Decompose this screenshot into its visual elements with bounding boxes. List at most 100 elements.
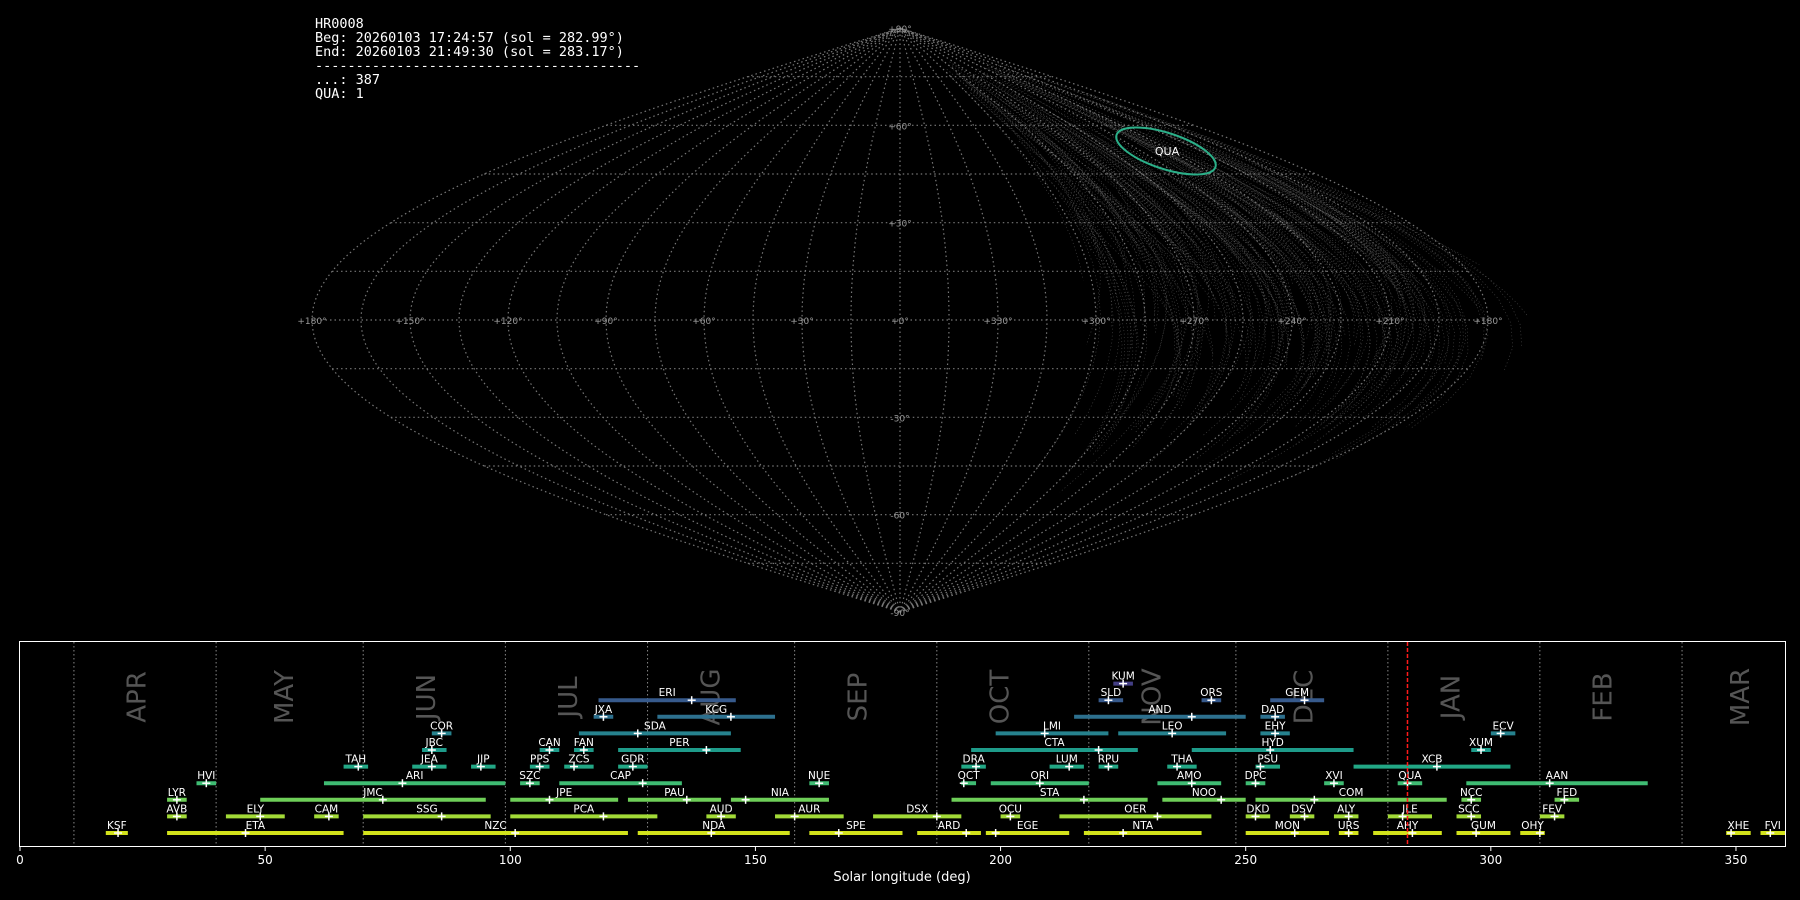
- shower-nda: NDA: [637, 820, 790, 837]
- longitude-label: +180°: [297, 317, 326, 327]
- month-label: JUL: [554, 676, 584, 720]
- meteor-track: [1040, 106, 1289, 342]
- latitude-label: +30°: [888, 220, 912, 230]
- shower-fev: FEV: [1539, 803, 1565, 821]
- shower-per: PER: [618, 737, 741, 754]
- longitude-label: +210°: [1375, 317, 1404, 327]
- meteor-track: [1290, 189, 1478, 307]
- shower-label: ECV: [1493, 720, 1515, 732]
- shower-urs: URS: [1338, 820, 1360, 837]
- shower-label: OER: [1124, 803, 1146, 815]
- meteor-track: [1197, 185, 1342, 428]
- shower-lyr: LYR: [167, 787, 187, 804]
- meteor-track: [1091, 202, 1214, 356]
- meteor-track: [949, 61, 1099, 167]
- shower-label: XCB: [1422, 754, 1443, 766]
- shower-label: DPC: [1245, 770, 1267, 782]
- shower-ori: ORI: [990, 770, 1089, 788]
- meteor-track: [1082, 134, 1294, 329]
- radiant-label: QUA: [1155, 145, 1180, 158]
- meteor-track: [1174, 178, 1317, 391]
- x-tick-label: 300: [1479, 853, 1502, 867]
- shower-pau: PAU: [627, 787, 722, 804]
- meteor-track: [988, 67, 1270, 206]
- shower-label: AVB: [166, 803, 187, 815]
- meteor-track: [1230, 196, 1345, 315]
- meteor-track: [1281, 172, 1485, 429]
- meteor-track: [1200, 135, 1483, 314]
- shower-label: ELY: [247, 803, 265, 815]
- shower-label: FAN: [574, 737, 594, 749]
- meteor-track: [1139, 172, 1274, 412]
- shower-ksf: KSF: [105, 820, 128, 837]
- x-tick-label: 250: [1234, 853, 1257, 867]
- shower-label: GUM: [1471, 820, 1496, 832]
- shower-ohy: OHY: [1520, 820, 1545, 837]
- shower-label: LUM: [1056, 754, 1078, 766]
- shower-label: SLD: [1101, 687, 1122, 699]
- meridian-line: [360, 27, 901, 613]
- shower-nue: NUE: [808, 770, 830, 788]
- meteor-track: [1299, 208, 1415, 420]
- shower-ocu: OCU: [999, 803, 1022, 821]
- meridian-line: [899, 27, 1440, 613]
- shower-label: OHY: [1521, 820, 1544, 832]
- meteor-track: [1109, 172, 1201, 398]
- shower-label: AAN: [1546, 770, 1569, 782]
- shower-fvi: FVI: [1760, 820, 1785, 837]
- shower-label: AMO: [1177, 770, 1202, 782]
- shower-label: XVI: [1325, 770, 1342, 782]
- longitude-label: +330°: [983, 317, 1012, 327]
- shower-label: PAU: [664, 787, 685, 799]
- shower-label: SPE: [846, 820, 866, 832]
- meteor-track: [1063, 210, 1123, 479]
- shower-label: SDA: [644, 720, 667, 732]
- shower-ssg: SSG: [363, 803, 491, 821]
- shower-fed: FED: [1554, 787, 1580, 804]
- latitude-label: +60°: [888, 122, 912, 132]
- latitude-label: +90°: [888, 25, 912, 35]
- shower-psu: PSU: [1255, 754, 1281, 771]
- meteor-track: [1188, 169, 1387, 341]
- meteor-track: [975, 73, 1216, 282]
- shower-aan: AAN: [1466, 770, 1648, 788]
- shower-count: QUA: 1: [315, 86, 364, 102]
- month-label: MAY: [270, 670, 300, 724]
- shower-label: URS: [1338, 820, 1360, 832]
- shower-label: NOO: [1192, 787, 1216, 799]
- shower-jle: JLE: [1387, 803, 1432, 821]
- meteor-track: [1203, 161, 1384, 419]
- info-block: HR0008 Beg: 20260103 17:24:57 (sol = 282…: [315, 17, 640, 101]
- shower-dsv: DSV: [1289, 803, 1315, 821]
- shower-ari: ARI: [323, 770, 506, 788]
- meteor-track: [1137, 173, 1305, 381]
- shower-label: NIA: [771, 787, 790, 799]
- shower-label: HVI: [197, 770, 215, 782]
- meteor-track: [1287, 213, 1386, 411]
- shower-kum: KUM: [1111, 671, 1135, 688]
- shower-kcg: KCG: [657, 704, 776, 721]
- sky-map: +180° +150° +120° +90° +60° +30° +0° +330° +300°…: [297, 25, 1528, 619]
- x-tick-label: 50: [257, 853, 272, 867]
- shower-dpc: DPC: [1245, 770, 1267, 788]
- meteor-track: [1127, 203, 1247, 368]
- shower-mon: MON: [1245, 820, 1330, 837]
- shower-tah: TAH: [343, 754, 369, 771]
- shower-cor: COR: [430, 720, 453, 738]
- shower-label: ORI: [1030, 770, 1049, 782]
- meteor-track: [1228, 175, 1398, 444]
- shower-nia: NIA: [730, 787, 829, 804]
- longitude-label: +300°: [1081, 317, 1110, 327]
- shower-sld: SLD: [1098, 687, 1124, 705]
- shower-label: DSV: [1291, 803, 1314, 815]
- month-label: JAN: [1437, 675, 1467, 721]
- shower-cta: CTA: [971, 737, 1138, 754]
- shower-tha: THA: [1167, 754, 1197, 771]
- shower-label: JBC: [425, 737, 443, 749]
- shower-label: COM: [1339, 787, 1364, 799]
- x-tick-label: 200: [989, 853, 1012, 867]
- longitude-label: +30°: [790, 317, 814, 327]
- shower-label: DSX: [906, 803, 928, 815]
- shower-label: OCU: [999, 803, 1022, 815]
- meteor-track: [1301, 185, 1426, 370]
